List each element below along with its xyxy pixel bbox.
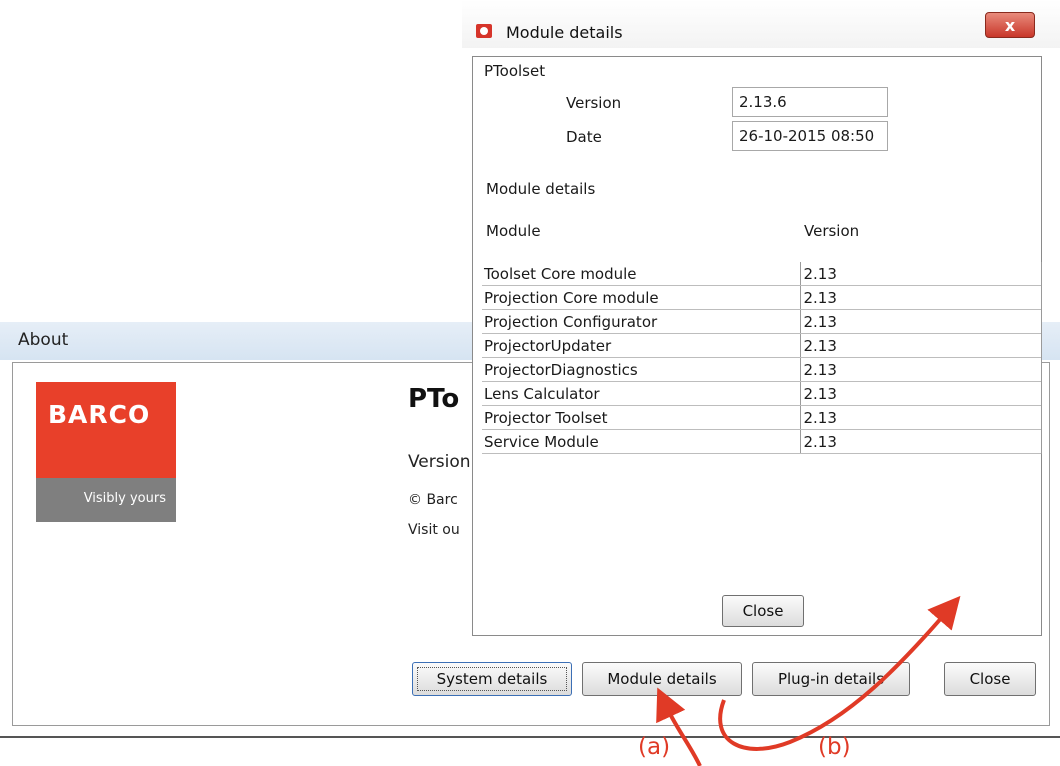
focus-ring: [417, 667, 567, 691]
plugin-details-button[interactable]: Plug-in details: [752, 662, 910, 696]
annotation-label-b: (b): [818, 734, 851, 760]
plugin-details-label: Plug-in details: [777, 670, 885, 688]
module-details-label: Module details: [607, 670, 717, 688]
group-title: PToolset: [484, 62, 546, 80]
table-row[interactable]: Service Module 2.13: [482, 429, 1042, 454]
module-version-cell: 2.13: [799, 381, 1042, 406]
module-details-button[interactable]: Module details: [582, 662, 742, 696]
barco-tagline: Visibly yours: [83, 491, 166, 506]
module-version-cell: 2.13: [799, 309, 1042, 334]
about-version-label: Version: [408, 452, 471, 472]
window-close-button[interactable]: x: [985, 12, 1035, 38]
barco-logo-grey-block: Visibly yours: [36, 478, 176, 522]
module-name-cell: Projector Toolset: [482, 405, 800, 430]
column-header-module: Module: [486, 222, 541, 240]
date-field[interactable]: 26-10-2015 08:50: [732, 121, 888, 151]
about-app-name: PTo: [408, 384, 460, 414]
barco-logo: BARCO Visibly yours: [36, 382, 176, 522]
module-dialog-title: Module details: [506, 23, 623, 42]
table-row[interactable]: ProjectorDiagnostics 2.13: [482, 357, 1042, 382]
about-window-title: About: [18, 330, 69, 350]
table-row[interactable]: Projection Configurator 2.13: [482, 309, 1042, 334]
module-version-cell: 2.13: [799, 262, 1042, 286]
table-right-border: [1041, 262, 1042, 454]
table-row[interactable]: Projection Core module 2.13: [482, 285, 1042, 310]
annotation-label-a: (a): [638, 734, 671, 760]
column-header-version: Version: [804, 222, 860, 240]
module-name-cell: Toolset Core module: [482, 262, 800, 286]
module-version-cell: 2.13: [799, 333, 1042, 358]
version-label: Version: [566, 94, 622, 112]
module-name-cell: ProjectorUpdater: [482, 333, 800, 358]
close-icon: x: [1004, 15, 1016, 35]
about-copyright: © Barc: [408, 492, 458, 508]
table-row[interactable]: Lens Calculator 2.13: [482, 381, 1042, 406]
system-details-button[interactable]: System details: [412, 662, 572, 696]
module-version-cell: 2.13: [799, 357, 1042, 382]
table-row[interactable]: Projector Toolset 2.13: [482, 405, 1042, 430]
barco-logo-red-block: BARCO: [36, 382, 176, 478]
module-table: Toolset Core module 2.13 Projection Core…: [482, 262, 1042, 454]
about-close-button[interactable]: Close: [944, 662, 1036, 696]
module-name-cell: Projection Configurator: [482, 309, 800, 334]
module-version-cell: 2.13: [799, 285, 1042, 310]
date-label: Date: [566, 128, 602, 146]
table-row[interactable]: Toolset Core module 2.13: [482, 262, 1042, 286]
section-title: Module details: [486, 180, 596, 198]
module-name-cell: Service Module: [482, 429, 800, 454]
about-close-label: Close: [969, 670, 1011, 688]
module-name-cell: ProjectorDiagnostics: [482, 357, 800, 382]
module-name-cell: Projection Core module: [482, 285, 800, 310]
barco-brand-text: BARCO: [48, 400, 151, 429]
module-dialog-close-label: Close: [742, 602, 784, 620]
module-name-cell: Lens Calculator: [482, 381, 800, 406]
about-visit-link-text: Visit ou: [408, 522, 460, 538]
table-row[interactable]: ProjectorUpdater 2.13: [482, 333, 1042, 358]
module-version-cell: 2.13: [799, 405, 1042, 430]
version-field[interactable]: 2.13.6: [732, 87, 888, 117]
app-icon: [476, 24, 492, 38]
module-version-cell: 2.13: [799, 429, 1042, 454]
module-dialog-close-button[interactable]: Close: [722, 595, 804, 627]
about-window-bottom-border: [0, 736, 1060, 738]
